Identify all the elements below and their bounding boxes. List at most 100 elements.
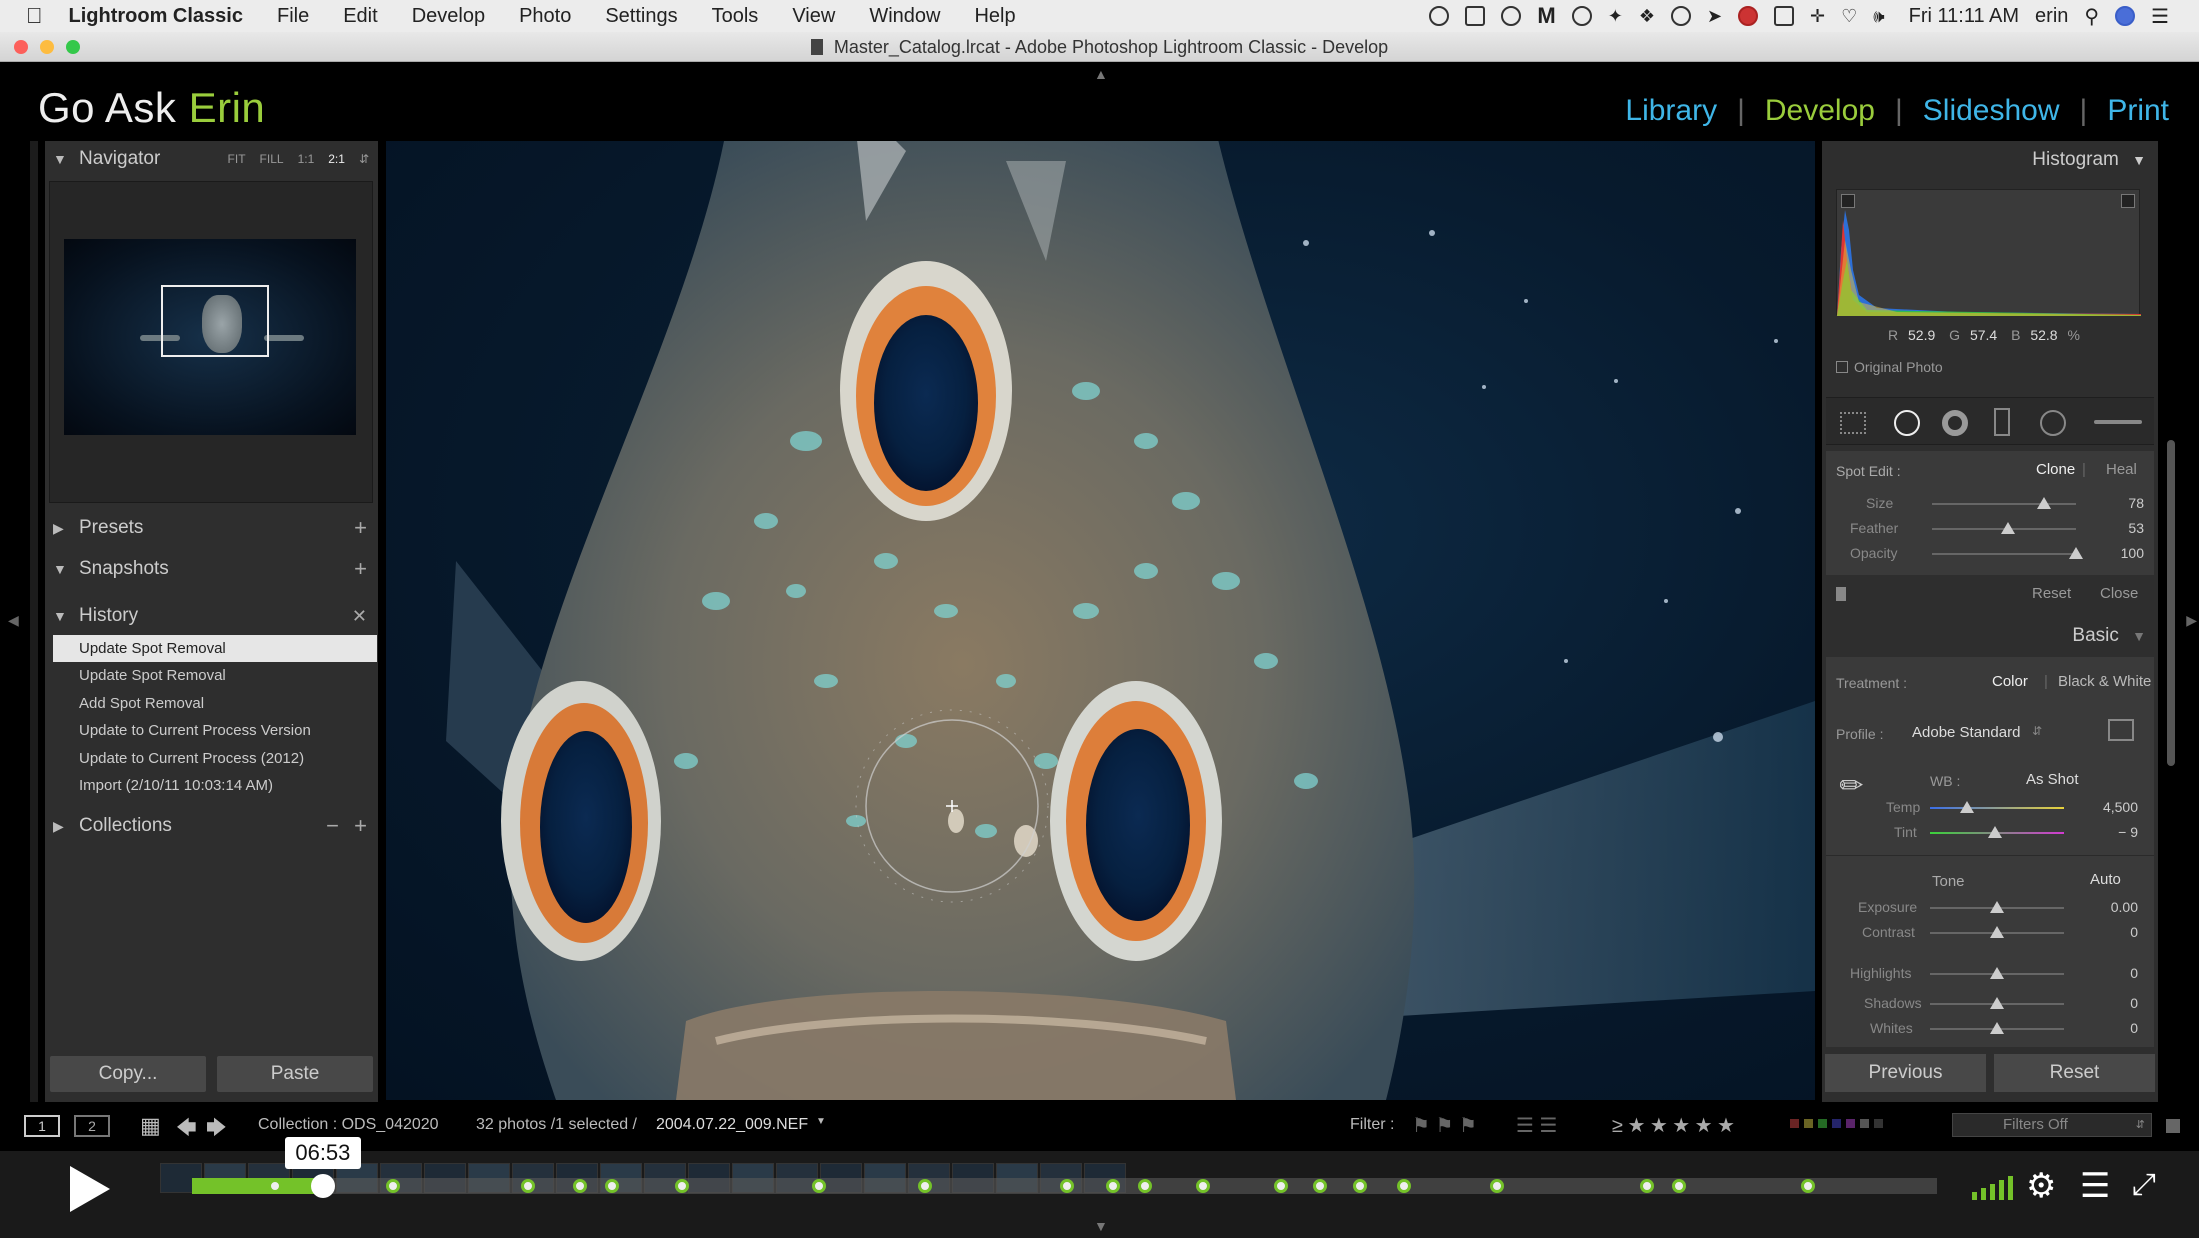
close-window-icon[interactable] [14, 40, 28, 54]
zoom-fill[interactable]: FILL [260, 152, 284, 166]
chapter-marker[interactable] [1672, 1179, 1686, 1193]
histogram-header[interactable]: Histogram ▼ [2032, 149, 2146, 171]
minimize-window-icon[interactable] [40, 40, 54, 54]
chapter-marker[interactable] [521, 1179, 535, 1193]
adjustment-brush-icon[interactable] [2094, 420, 2142, 424]
chapter-marker[interactable] [1138, 1179, 1152, 1193]
spot-removal-tool-icon[interactable] [1894, 410, 1920, 436]
no-label-icon[interactable] [1874, 1119, 1883, 1128]
shadows-value[interactable]: 0 [2088, 995, 2138, 1011]
m-icon[interactable]: M [1537, 3, 1555, 29]
right-scrollbar[interactable] [2167, 440, 2175, 766]
red-label-icon[interactable] [1790, 1119, 1799, 1128]
color-label-filter[interactable] [1790, 1119, 1883, 1128]
screen-icon[interactable] [1465, 6, 1486, 26]
heal-mode[interactable]: Heal [2106, 461, 2137, 478]
slider-thumb[interactable] [1990, 967, 2004, 979]
primary-view-button[interactable]: 1 [24, 1115, 60, 1137]
menu-help[interactable]: Help [974, 5, 1015, 28]
clone-mode[interactable]: Clone [2036, 461, 2075, 478]
search-icon[interactable]: ⚲ [2084, 4, 2099, 29]
treatment-bw[interactable]: Black & White [2058, 673, 2151, 690]
treatment-color[interactable]: Color [1992, 673, 2028, 690]
spot-close-button[interactable]: Close [2100, 585, 2138, 602]
blue-label-icon[interactable] [1832, 1119, 1841, 1128]
history-item[interactable]: Update to Current Process Version [53, 717, 377, 744]
chapters-list-icon[interactable]: ☰ [2080, 1166, 2110, 1206]
play-icon[interactable] [60, 1160, 118, 1218]
basic-header[interactable]: Basic ▼ [2072, 625, 2146, 647]
module-print[interactable]: Print [2107, 94, 2169, 128]
wb-eyedropper-icon[interactable]: ✎ [1832, 766, 1872, 806]
chapter-marker[interactable] [605, 1179, 619, 1193]
exposure-slider[interactable] [1930, 901, 2064, 913]
bottom-panel-toggle-icon[interactable]: ▼ [1094, 1218, 1108, 1234]
slider-thumb[interactable] [2037, 497, 2052, 509]
feather-value[interactable]: 53 [2094, 520, 2144, 536]
selected-filename[interactable]: 2004.07.22_009.NEF [656, 1116, 808, 1134]
chapter-marker[interactable] [386, 1179, 400, 1193]
slider-thumb[interactable] [1990, 1022, 2004, 1034]
chapter-marker[interactable] [1801, 1179, 1815, 1193]
temp-value[interactable]: 4,500 [2088, 799, 2138, 815]
previous-button[interactable]: Previous [1825, 1054, 1986, 1092]
chapter-marker[interactable] [1060, 1179, 1074, 1193]
zoom-2-1[interactable]: 2:1 [328, 152, 345, 166]
copy-button[interactable]: Copy... [50, 1056, 206, 1092]
rating-filter[interactable]: ≥ ★ ★ ★ ★ ★ [1612, 1113, 1735, 1138]
profile-dropdown[interactable]: Adobe Standard [1912, 724, 2020, 741]
zoom-fit[interactable]: FIT [228, 152, 246, 166]
top-panel-toggle-icon[interactable]: ▲ [1094, 66, 1108, 82]
chapter-marker[interactable] [1640, 1179, 1654, 1193]
fullscreen-icon[interactable]: ⤢ [2132, 1168, 2156, 1202]
history-item[interactable]: Add Spot Removal [53, 690, 377, 717]
back-arrow-icon[interactable]: 🡄 [176, 1113, 197, 1147]
opacity-value[interactable]: 100 [2094, 545, 2144, 561]
slider-thumb[interactable] [1990, 926, 2004, 938]
left-panel-toggle-icon[interactable]: ◀ [8, 612, 19, 629]
bluetooth-icon[interactable]: ✛ [1810, 6, 1825, 27]
snapshots-header[interactable]: ▼ Snapshots + [53, 551, 373, 587]
chapter-marker[interactable] [1353, 1179, 1367, 1193]
module-develop[interactable]: Develop [1765, 94, 1875, 128]
secondary-view-button[interactable]: 2 [74, 1115, 110, 1137]
presets-header[interactable]: ▶ Presets + [53, 510, 373, 546]
chapter-marker[interactable] [918, 1179, 932, 1193]
opacity-slider[interactable] [1932, 547, 2083, 559]
main-photo[interactable] [386, 141, 1815, 1100]
slider-thumb[interactable] [1990, 901, 2004, 913]
radial-filter-icon[interactable] [2040, 410, 2066, 436]
size-slider[interactable] [1932, 497, 2076, 509]
right-panel-toggle-icon[interactable]: ▶ [2186, 612, 2197, 629]
module-library[interactable]: Library [1625, 94, 1717, 128]
remove-collection-icon[interactable]: − [326, 813, 339, 839]
profile-browser-icon[interactable] [2108, 719, 2134, 741]
add-snapshot-icon[interactable]: + [354, 556, 367, 582]
temp-slider[interactable] [1930, 801, 2064, 813]
star-icon[interactable]: ★ [1672, 1115, 1690, 1137]
menu-photo[interactable]: Photo [519, 5, 571, 28]
record-icon[interactable] [1738, 6, 1759, 26]
menu-app-name[interactable]: Lightroom Classic [69, 5, 243, 28]
airplay-icon[interactable] [1774, 6, 1795, 26]
creative-cloud-icon[interactable] [1501, 6, 1522, 26]
whites-slider[interactable] [1930, 1022, 2064, 1034]
slider-thumb[interactable] [1960, 801, 1974, 813]
password-icon[interactable] [1670, 6, 1691, 26]
settings-gear-icon[interactable]: ⚙ [2026, 1166, 2056, 1206]
forward-arrow-icon[interactable]: 🡆 [206, 1113, 227, 1147]
collection-source[interactable]: Collection : ODS_042020 [258, 1116, 439, 1134]
add-preset-icon[interactable]: + [354, 515, 367, 541]
size-value[interactable]: 78 [2094, 495, 2144, 511]
star-icon[interactable]: ★ [1650, 1115, 1668, 1137]
navigator-header[interactable]: ▼ Navigator FIT FILL 1:1 2:1 ⇵ [53, 141, 373, 177]
feather-slider[interactable] [1932, 522, 2076, 534]
zoom-window-icon[interactable] [66, 40, 80, 54]
dots-icon[interactable]: ✦ [1608, 6, 1623, 27]
menu-develop[interactable]: Develop [412, 5, 485, 28]
original-photo-toggle[interactable]: Original Photo [1836, 359, 1943, 375]
volume-icon[interactable]: 🕪 [1873, 6, 1884, 27]
star-icon[interactable]: ★ [1627, 1115, 1645, 1137]
slider-thumb[interactable] [2069, 547, 2083, 559]
histogram[interactable] [1836, 189, 2141, 316]
